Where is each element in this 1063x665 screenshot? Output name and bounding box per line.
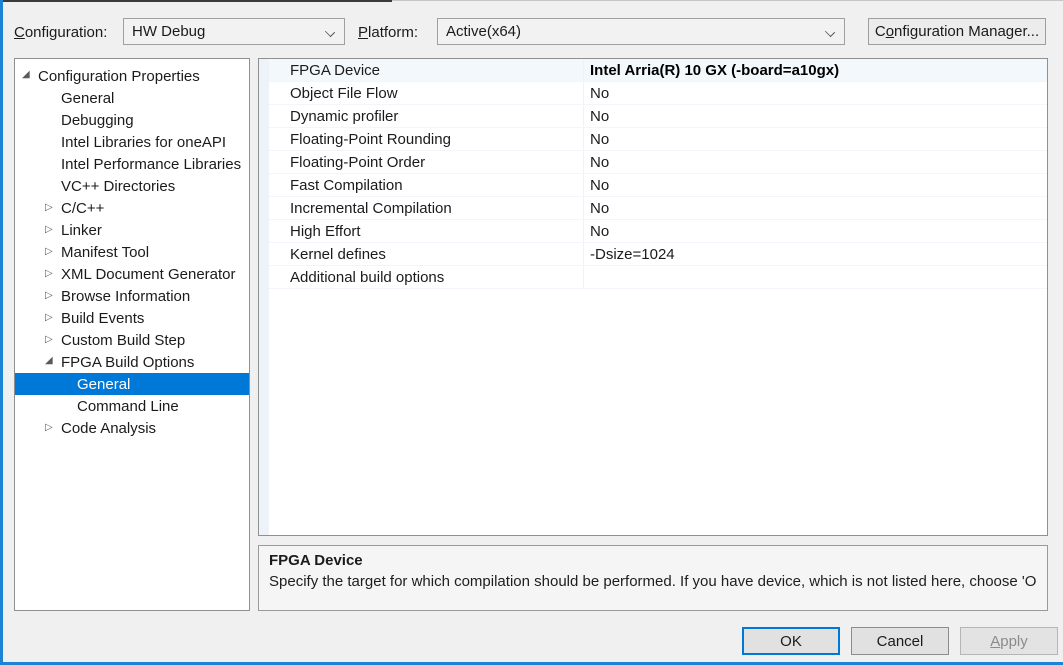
property-value[interactable]: No xyxy=(583,174,1047,196)
tree-item-label: Intel Performance Libraries xyxy=(61,156,241,173)
tree-item-label: Manifest Tool xyxy=(61,244,149,261)
tree-item-label: General xyxy=(61,90,114,107)
tree-item-linker[interactable]: Linker xyxy=(15,219,249,241)
platform-select-value: Active(x64) xyxy=(446,23,521,40)
configuration-label: Configuration: xyxy=(14,24,107,41)
property-row-kernel-defines[interactable]: Kernel defines -Dsize=1024 xyxy=(269,243,1047,266)
tree-item-configuration-properties[interactable]: Configuration Properties xyxy=(15,65,249,87)
tree-item-build-events[interactable]: Build Events xyxy=(15,307,249,329)
collapsed-arrow-icon[interactable] xyxy=(45,197,61,219)
cancel-button[interactable]: Cancel xyxy=(851,627,949,655)
configuration-select[interactable]: HW Debug xyxy=(123,18,345,45)
property-name: Incremental Compilation xyxy=(269,200,583,217)
platform-label: Platform: xyxy=(358,24,418,41)
platform-select[interactable]: Active(x64) xyxy=(437,18,845,45)
property-value[interactable]: No xyxy=(583,151,1047,173)
tree-item-label: Intel Libraries for oneAPI xyxy=(61,134,226,151)
property-name: FPGA Device xyxy=(269,62,583,79)
tree-item-browse-information[interactable]: Browse Information xyxy=(15,285,249,307)
tree-item-command-line[interactable]: Command Line xyxy=(15,395,249,417)
tree-item-label: General xyxy=(77,376,130,393)
tree-item-label: Debugging xyxy=(61,112,134,129)
property-name: Fast Compilation xyxy=(269,177,583,194)
property-row-dynamic-profiler[interactable]: Dynamic profiler No xyxy=(269,105,1047,128)
tree-item-label: XML Document Generator xyxy=(61,266,236,283)
property-name: Floating-Point Order xyxy=(269,154,583,171)
tree-item-custom-build-step[interactable]: Custom Build Step xyxy=(15,329,249,351)
tree-item-intel-libraries-for-oneapi[interactable]: Intel Libraries for oneAPI xyxy=(15,131,249,153)
tree-item-fpga-build-options[interactable]: FPGA Build Options xyxy=(15,351,249,373)
property-row-object-file-flow[interactable]: Object File Flow No xyxy=(269,82,1047,105)
collapsed-arrow-icon[interactable] xyxy=(45,285,61,307)
property-name: Floating-Point Rounding xyxy=(269,131,583,148)
property-name: High Effort xyxy=(269,223,583,240)
property-value[interactable]: No xyxy=(583,197,1047,219)
tree-item-general[interactable]: General xyxy=(15,87,249,109)
collapsed-arrow-icon[interactable] xyxy=(45,263,61,285)
tree-item-label: FPGA Build Options xyxy=(61,354,194,371)
tree-item-label: Linker xyxy=(61,222,102,239)
property-name: Kernel defines xyxy=(269,246,583,263)
property-value[interactable]: No xyxy=(583,128,1047,150)
property-value[interactable]: No xyxy=(583,82,1047,104)
property-value[interactable]: No xyxy=(583,220,1047,242)
ok-button-label: OK xyxy=(780,633,802,650)
property-name: Object File Flow xyxy=(269,85,583,102)
property-row-fast-compilation[interactable]: Fast Compilation No xyxy=(269,174,1047,197)
window-top-edge-dark xyxy=(0,0,392,2)
property-row-high-effort[interactable]: High Effort No xyxy=(269,220,1047,243)
collapsed-arrow-icon[interactable] xyxy=(45,329,61,351)
configuration-manager-button-label: Configuration Manager... xyxy=(875,23,1039,40)
tree-item-label: Build Events xyxy=(61,310,144,327)
apply-button[interactable]: Apply xyxy=(960,627,1058,655)
chevron-down-icon xyxy=(325,27,335,37)
ok-button[interactable]: OK xyxy=(742,627,840,655)
expanded-arrow-icon[interactable] xyxy=(22,65,38,87)
property-row-incremental-compilation[interactable]: Incremental Compilation No xyxy=(269,197,1047,220)
property-grid-panel: FPGA Device Intel Arria(R) 10 GX (-board… xyxy=(258,58,1048,536)
collapsed-arrow-icon[interactable] xyxy=(45,241,61,263)
property-grid-gutter xyxy=(259,59,269,535)
configuration-manager-button[interactable]: Configuration Manager... xyxy=(868,18,1046,45)
tree-item-vcpp-directories[interactable]: VC++ Directories xyxy=(15,175,249,197)
apply-button-label: Apply xyxy=(990,633,1028,650)
tree-item-label: Command Line xyxy=(77,398,179,415)
property-row-floating-point-order[interactable]: Floating-Point Order No xyxy=(269,151,1047,174)
tree-item-fpga-general-selected[interactable]: General xyxy=(15,373,249,395)
cancel-button-label: Cancel xyxy=(877,633,924,650)
tree-item-intel-performance-libraries[interactable]: Intel Performance Libraries xyxy=(15,153,249,175)
tree-item-label: Custom Build Step xyxy=(61,332,185,349)
property-row-floating-point-rounding[interactable]: Floating-Point Rounding No xyxy=(269,128,1047,151)
tree-item-code-analysis[interactable]: Code Analysis xyxy=(15,417,249,439)
property-name: Additional build options xyxy=(269,269,583,286)
configuration-tree-panel: Configuration Properties General Debuggi… xyxy=(14,58,250,611)
property-row-additional-build-options[interactable]: Additional build options xyxy=(269,266,1047,289)
property-name: Dynamic profiler xyxy=(269,108,583,125)
tree-item-label: C/C++ xyxy=(61,200,104,217)
property-value[interactable]: No xyxy=(583,105,1047,127)
property-description-panel: FPGA Device Specify the target for which… xyxy=(258,545,1048,611)
property-value[interactable]: Intel Arria(R) 10 GX (-board=a10gx) xyxy=(583,59,1047,81)
collapsed-arrow-icon[interactable] xyxy=(45,219,61,241)
description-text: Specify the target for which compilation… xyxy=(269,573,1037,590)
window-left-edge xyxy=(0,0,3,665)
tree-item-label: VC++ Directories xyxy=(61,178,175,195)
description-title: FPGA Device xyxy=(269,552,1037,569)
configuration-select-value: HW Debug xyxy=(132,23,205,40)
tree-item-label: Browse Information xyxy=(61,288,190,305)
expanded-arrow-icon[interactable] xyxy=(45,351,61,373)
tree-item-xml-document-generator[interactable]: XML Document Generator xyxy=(15,263,249,285)
tree-item-debugging[interactable]: Debugging xyxy=(15,109,249,131)
tree-item-c-cpp[interactable]: C/C++ xyxy=(15,197,249,219)
tree-item-label: Configuration Properties xyxy=(38,68,200,85)
property-value[interactable] xyxy=(583,266,1047,288)
tree-item-label: Code Analysis xyxy=(61,420,156,437)
collapsed-arrow-icon[interactable] xyxy=(45,307,61,329)
property-row-fpga-device[interactable]: FPGA Device Intel Arria(R) 10 GX (-board… xyxy=(269,59,1047,82)
tree-item-manifest-tool[interactable]: Manifest Tool xyxy=(15,241,249,263)
collapsed-arrow-icon[interactable] xyxy=(45,417,61,439)
property-value[interactable]: -Dsize=1024 xyxy=(583,243,1047,265)
chevron-down-icon xyxy=(825,27,835,37)
